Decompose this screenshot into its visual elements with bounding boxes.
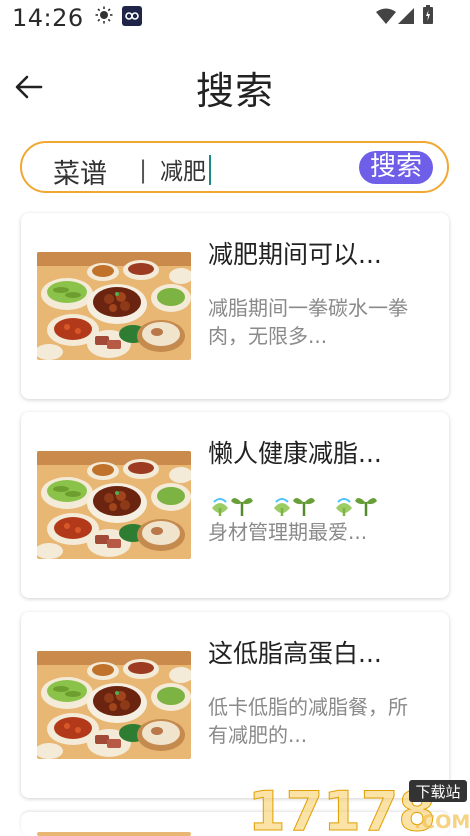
recipe-title: 懒人健康减脂...: [208, 439, 382, 468]
watermark-tag: 下载站: [415, 783, 460, 801]
recipe-description-block: 身材管理期最爱...: [208, 488, 418, 546]
recipe-image: [37, 651, 191, 759]
result-list: 减肥期间可以... 减脂期间一拳碳水一拳肉，无限多... 懒人健康减脂... 身…: [0, 0, 470, 836]
recipe-description: 身材管理期最爱...: [208, 520, 368, 544]
recipe-image: [37, 832, 191, 836]
recipe-card[interactable]: 懒人健康减脂... 身材管理期最爱...: [21, 412, 449, 598]
recipe-image: [37, 252, 191, 360]
recipe-title: 这低脂高蛋白...: [208, 639, 382, 668]
recipe-card[interactable]: 这低脂高蛋白... 低卡低脂的减脂餐，所有减肥的...: [21, 612, 449, 798]
recipe-image: [37, 451, 191, 559]
watermark-domain: .COM: [414, 811, 470, 833]
recipe-card[interactable]: 减肥期间可以... 减脂期间一拳碳水一拳肉，无限多...: [21, 213, 449, 399]
recipe-description: 减脂期间一拳碳水一拳肉，无限多...: [208, 296, 408, 348]
watermark-logo: 17178 下载站 .COM: [248, 780, 470, 836]
watermark-number: 17178: [248, 780, 436, 836]
recipe-title: 减肥期间可以...: [208, 240, 382, 269]
sprout-emoji-icon: [212, 497, 377, 518]
recipe-description: 低卡低脂的减脂餐，所有减肥的...: [208, 695, 408, 747]
